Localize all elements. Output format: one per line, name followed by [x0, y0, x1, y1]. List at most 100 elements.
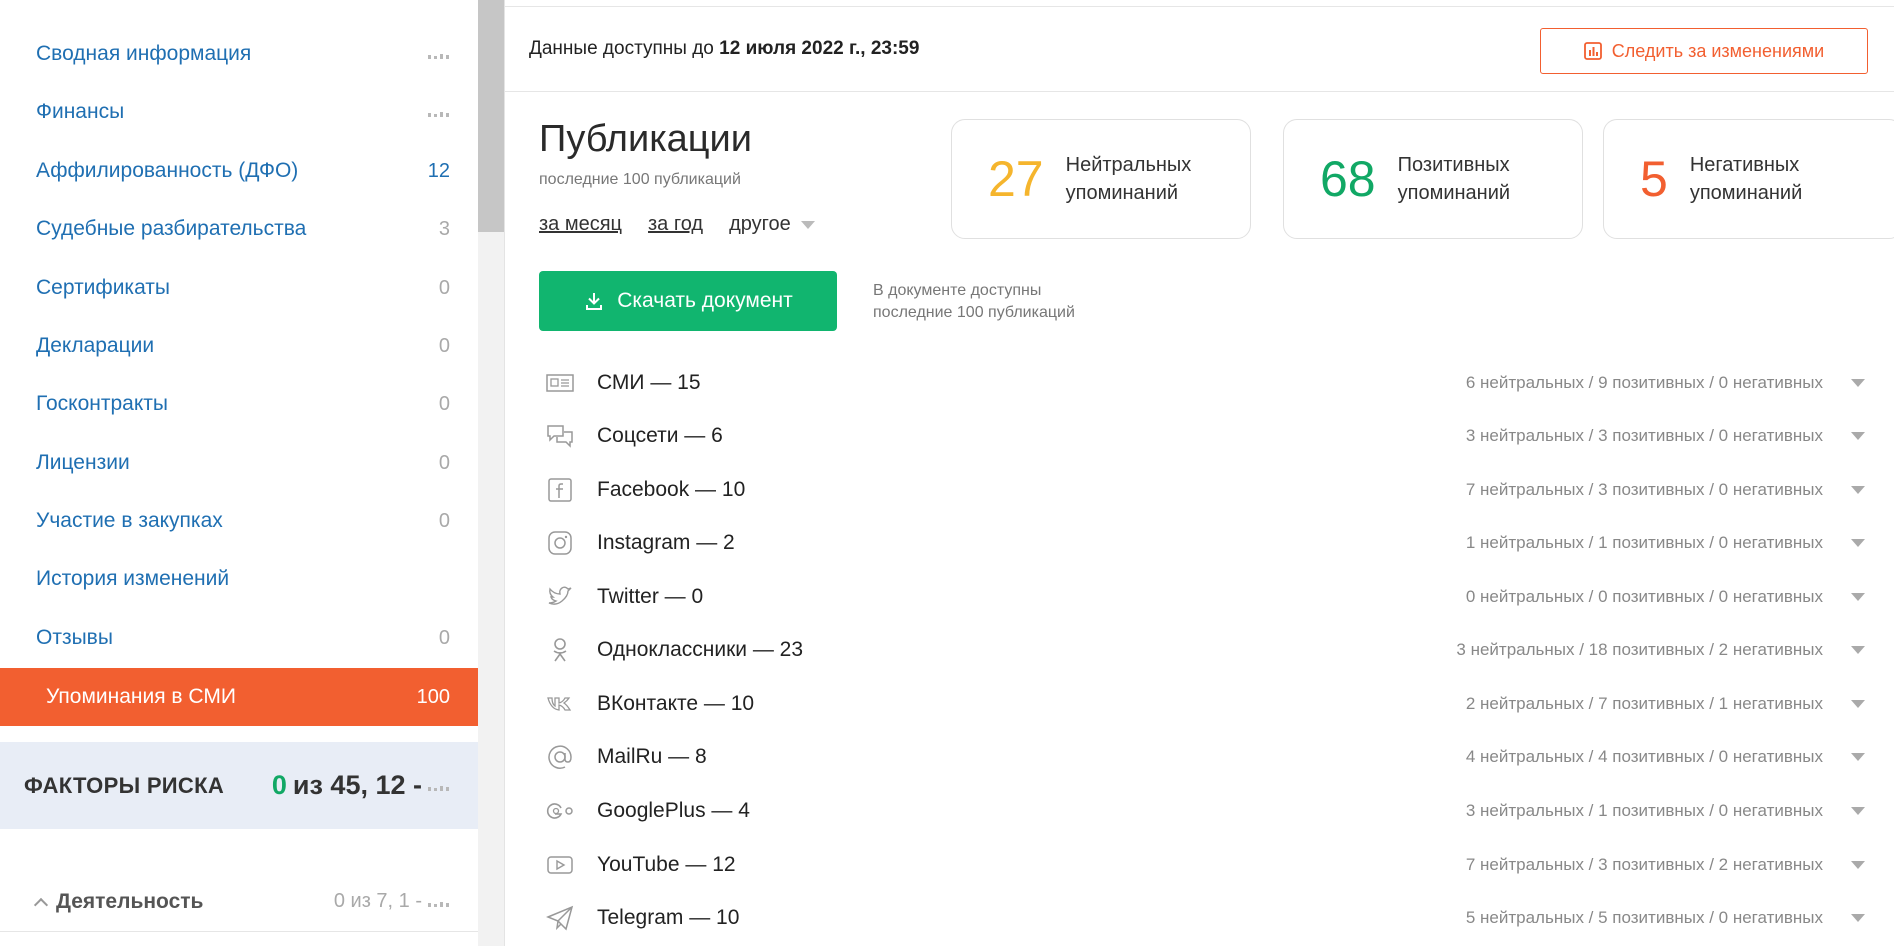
data-availability-bar: Данные доступны до 12 июля 2022 г., 23:5…: [505, 6, 1894, 92]
sidebar-item-label: Аффилированность (ДФО): [36, 159, 299, 182]
stat-number: 5: [1640, 151, 1668, 207]
download-label: Скачать документ: [617, 289, 793, 312]
stat-label: Негативных упоминаний: [1690, 151, 1802, 207]
at-icon: [545, 742, 575, 772]
follow-changes-label: Следить за изменениями: [1611, 40, 1825, 61]
chevron-down-icon[interactable]: [1851, 486, 1865, 494]
stat-label: Позитивных упоминаний: [1398, 151, 1510, 207]
sidebar-item-count: 0: [438, 626, 450, 649]
activity-section[interactable]: Деятельность 0 из 7, 1 -: [0, 872, 478, 932]
source-row-youtube[interactable]: YouTube — 12 7 нейтральных / 3 позитивны…: [545, 842, 1865, 888]
source-stats: 3 нейтральных / 3 позитивных / 0 негатив…: [1465, 426, 1823, 445]
sidebar-item-declarations[interactable]: Декларации 0: [0, 322, 478, 370]
youtube-icon: [545, 850, 575, 880]
period-year-link[interactable]: за год: [648, 213, 703, 236]
sidebar: Сводная информация Финансы Аффилированно…: [0, 0, 478, 946]
source-name: Twitter — 0: [597, 585, 704, 608]
source-row-twitter[interactable]: Twitter — 0 0 нейтральных / 0 позитивных…: [545, 574, 1865, 620]
sidebar-item-label: Сертификаты: [36, 276, 170, 299]
source-stats: 5 нейтральных / 5 позитивных / 0 негатив…: [1465, 908, 1823, 927]
stat-number: 68: [1320, 151, 1376, 207]
chevron-down-icon[interactable]: [1851, 914, 1865, 922]
sidebar-item-count: 0: [438, 334, 450, 357]
download-note-line2: последние 100 публикаций: [873, 304, 1075, 321]
vk-icon: [545, 689, 575, 719]
source-name: ВКонтакте — 10: [597, 692, 755, 715]
source-row-vkontakte[interactable]: ВКонтакте — 10 2 нейтральных / 7 позитив…: [545, 681, 1865, 727]
sidebar-item-label: Госконтракты: [36, 392, 168, 415]
stat-card-negative: 5 Негативных упоминаний: [1603, 119, 1894, 239]
instagram-icon: [545, 528, 575, 558]
sidebar-item-contracts[interactable]: Госконтракты 0: [0, 380, 478, 428]
googleplus-icon: [545, 796, 575, 826]
sidebar-item-count: 0: [438, 392, 450, 415]
newspaper-icon: [545, 368, 575, 398]
chevron-down-icon[interactable]: [1851, 861, 1865, 869]
source-row-odnoklassniki[interactable]: Одноклассники — 23 3 нейтральных / 18 по…: [545, 627, 1865, 673]
source-row-mailru[interactable]: MailRu — 8 4 нейтральных / 4 позитивных …: [545, 734, 1865, 780]
risk-factors-score: 0 из 45, 12 -: [272, 770, 450, 801]
source-name: Telegram — 10: [597, 906, 740, 929]
twitter-icon: [545, 582, 575, 612]
sidebar-item-court[interactable]: Судебные разбирательства 3: [0, 205, 478, 253]
chevron-up-icon: [33, 897, 49, 912]
stat-label-line1: Нейтральных: [1065, 154, 1192, 176]
risk-score-zero: 0: [271, 770, 287, 800]
activity-label: Деятельность: [56, 889, 204, 913]
chevron-down-icon[interactable]: [1851, 646, 1865, 654]
download-document-button[interactable]: Скачать документ: [539, 271, 837, 331]
source-name: YouTube — 12: [597, 853, 736, 876]
source-name: Facebook — 10: [597, 478, 746, 501]
source-row-social[interactable]: Соцсети — 6 3 нейтральных / 3 позитивных…: [545, 413, 1865, 459]
sidebar-item-finance[interactable]: Финансы: [0, 88, 478, 136]
sidebar-item-label: Лицензии: [36, 451, 130, 474]
source-row-googleplus[interactable]: GooglePlus — 4 3 нейтральных / 1 позитив…: [545, 788, 1865, 834]
source-stats: 6 нейтральных / 9 позитивных / 0 негатив…: [1465, 373, 1823, 392]
sidebar-item-certificates[interactable]: Сертификаты 0: [0, 264, 478, 312]
sidebar-item-history[interactable]: История изменений: [0, 555, 478, 603]
sidebar-item-licenses[interactable]: Лицензии 0: [0, 439, 478, 487]
sidebar-item-count: 3: [438, 217, 450, 240]
mini-chart-icon: [428, 49, 450, 59]
stat-label: Нейтральных упоминаний: [1066, 151, 1192, 207]
scrollbar-thumb[interactable]: [478, 0, 504, 232]
chevron-down-icon[interactable]: [1851, 700, 1865, 708]
period-other-dropdown[interactable]: другое: [729, 213, 815, 236]
chevron-down-icon[interactable]: [1851, 539, 1865, 547]
sidebar-item-reviews[interactable]: Отзывы 0: [0, 614, 478, 662]
sidebar-item-affiliation[interactable]: Аффилированность (ДФО) 12: [0, 147, 478, 195]
sidebar-item-label: Финансы: [36, 100, 125, 123]
main-panel: Данные доступны до 12 июля 2022 г., 23:5…: [504, 0, 1894, 946]
sidebar-item-media-mentions[interactable]: Упоминания в СМИ 100: [0, 668, 478, 726]
sidebar-scrollbar[interactable]: [478, 0, 504, 946]
chevron-down-icon[interactable]: [1851, 379, 1865, 387]
source-name: СМИ — 15: [597, 371, 701, 394]
follow-changes-button[interactable]: Следить за изменениями: [1540, 28, 1868, 74]
sidebar-item-count: 0: [438, 276, 450, 299]
source-row-telegram[interactable]: Telegram — 10 5 нейтральных / 5 позитивн…: [545, 895, 1865, 941]
sidebar-item-summary[interactable]: Сводная информация: [0, 30, 478, 78]
chevron-down-icon[interactable]: [1851, 593, 1865, 601]
download-note: В документе доступны последние 100 публи…: [873, 280, 1075, 324]
chevron-down-icon[interactable]: [1851, 753, 1865, 761]
sidebar-item-count: 100: [416, 685, 450, 708]
source-stats: 3 нейтральных / 18 позитивных / 2 негати…: [1456, 640, 1823, 659]
stat-label-line2: упоминаний: [1689, 182, 1803, 204]
chat-icon: [545, 421, 575, 451]
period-month-link[interactable]: за месяц: [539, 213, 622, 236]
sidebar-item-count: 0: [438, 451, 450, 474]
source-row-instagram[interactable]: Instagram — 2 1 нейтральных / 1 позитивн…: [545, 520, 1865, 566]
source-name: Одноклассники — 23: [597, 638, 804, 661]
mini-chart-icon: [428, 897, 450, 907]
sidebar-item-label: История изменений: [36, 567, 230, 590]
sidebar-item-label: Сводная информация: [36, 42, 252, 65]
availability-text: Данные доступны до 12 июля 2022 г., 23:5…: [529, 38, 919, 60]
stat-label-line1: Негативных: [1689, 154, 1800, 176]
source-row-facebook[interactable]: Facebook — 10 7 нейтральных / 3 позитивн…: [545, 467, 1865, 513]
chevron-down-icon[interactable]: [1851, 807, 1865, 815]
risk-factors-section[interactable]: ФАКТОРЫ РИСКА 0 из 45, 12 -: [0, 742, 478, 829]
source-row-smi[interactable]: СМИ — 15 6 нейтральных / 9 позитивных / …: [545, 360, 1865, 406]
chevron-down-icon[interactable]: [1851, 432, 1865, 440]
risk-factors-title: ФАКТОРЫ РИСКА: [24, 772, 225, 798]
sidebar-item-procurement[interactable]: Участие в закупках 0: [0, 497, 478, 545]
